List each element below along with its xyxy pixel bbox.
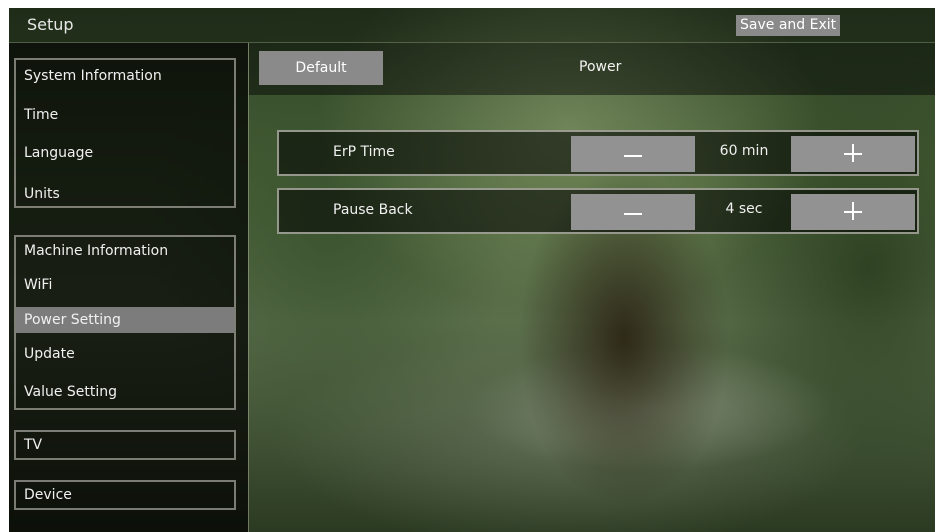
- default-button[interactable]: Default: [259, 51, 383, 85]
- save-and-exit-button[interactable]: Save and Exit: [736, 15, 841, 36]
- sidebar-item-device[interactable]: Device: [16, 482, 234, 508]
- plus-icon-vertical: [852, 202, 854, 220]
- app-frame: Setup Save and Exit System Information T…: [9, 8, 935, 532]
- increment-button[interactable]: [791, 136, 915, 172]
- setting-row-erp-time: ErP Time 60 min: [277, 130, 919, 176]
- sidebar-item-time[interactable]: Time: [16, 102, 234, 128]
- plus-icon-vertical: [852, 144, 854, 162]
- sidebar-divider: [248, 43, 249, 532]
- title-bar: Setup Save and Exit: [9, 8, 935, 43]
- sidebar-item-value-setting[interactable]: Value Setting: [16, 379, 234, 405]
- sidebar-item-language[interactable]: Language: [16, 140, 234, 166]
- sidebar-item-machine-information[interactable]: Machine Information: [16, 238, 234, 264]
- sidebar-item-power-setting[interactable]: Power Setting: [16, 307, 234, 333]
- setting-label: ErP Time: [333, 144, 395, 160]
- panel-header: Default Power: [249, 43, 935, 95]
- panel-title: Power: [579, 59, 622, 75]
- setting-value: 4 sec: [725, 201, 763, 217]
- decrement-button[interactable]: [571, 136, 695, 172]
- setting-value: 60 min: [719, 143, 769, 159]
- sidebar-group-tv: TV: [14, 430, 236, 460]
- sidebar-item-system-information[interactable]: System Information: [16, 63, 234, 89]
- sidebar-item-update[interactable]: Update: [16, 341, 234, 367]
- sidebar-item-tv[interactable]: TV: [16, 432, 234, 458]
- minus-icon: [624, 213, 642, 215]
- setting-label: Pause Back: [333, 202, 413, 218]
- increment-button[interactable]: [791, 194, 915, 230]
- sidebar-group-machine: Machine Information WiFi Power Setting U…: [14, 235, 236, 410]
- sidebar-group-general: System Information Time Language Units: [14, 58, 236, 208]
- decrement-button[interactable]: [571, 194, 695, 230]
- sidebar-item-wifi[interactable]: WiFi: [16, 272, 234, 298]
- sidebar-item-units[interactable]: Units: [16, 181, 234, 207]
- sidebar-group-device: Device: [14, 480, 236, 510]
- minus-icon: [624, 155, 642, 157]
- page-title: Setup: [27, 15, 74, 34]
- setting-row-pause-back: Pause Back 4 sec: [277, 188, 919, 234]
- sidebar: System Information Time Language Units M…: [9, 43, 248, 532]
